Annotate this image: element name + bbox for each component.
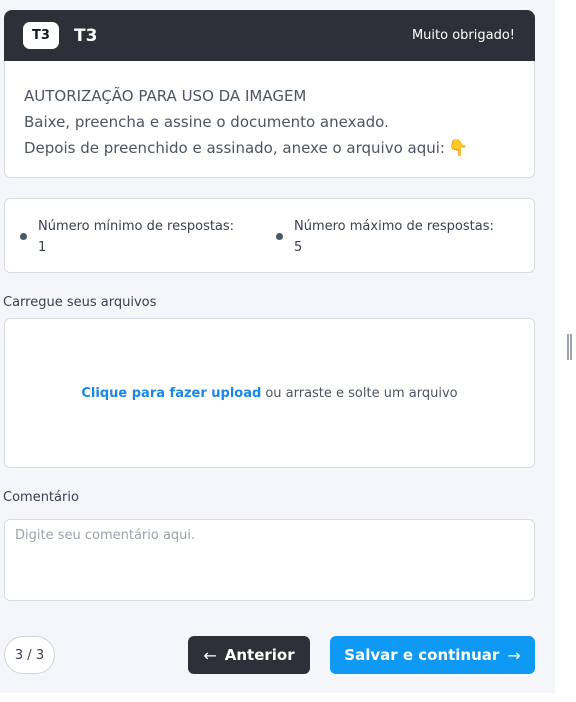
description-line: Depois de preenchido e assinado, anexe o… — [24, 135, 515, 161]
description-line: Baixe, preencha e assine o documento ane… — [24, 113, 389, 131]
min-responses: Número mínimo de respostas: 1 — [20, 216, 235, 258]
previous-button[interactable]: ← Anterior — [188, 636, 310, 674]
description-line: AUTORIZAÇÃO PARA USO DA IMAGEM — [24, 87, 307, 105]
previous-button-label: Anterior — [224, 646, 295, 664]
comment-label: Comentário — [3, 490, 79, 505]
question-header: T3 T3 Muito obrigado! — [4, 10, 535, 61]
pointing-down-icon: 👇 — [447, 138, 468, 157]
bullet-icon — [276, 233, 283, 240]
form-panel: T3 T3 Muito obrigado! AUTORIZAÇÃO PARA U… — [0, 0, 555, 693]
comment-input[interactable] — [4, 519, 535, 601]
save-continue-button-label: Salvar e continuar — [344, 646, 500, 664]
arrow-left-icon: ← — [203, 645, 217, 665]
upload-label: Carregue seus arquivos — [3, 295, 157, 310]
max-responses-label: Número máximo de respostas: — [294, 219, 494, 234]
min-responses-value: 1 — [38, 240, 47, 255]
description-line-text: Depois de preenchido e assinado, anexe o… — [24, 139, 445, 157]
save-continue-button[interactable]: Salvar e continuar → — [330, 636, 535, 674]
bullet-icon — [20, 233, 27, 240]
thanks-text: Muito obrigado! — [411, 28, 515, 43]
upload-link[interactable]: Clique para fazer upload — [81, 386, 261, 401]
question-badge: T3 — [23, 22, 59, 49]
upload-hint: ou arraste e solte um arquivo — [265, 385, 458, 401]
max-responses: Número máximo de respostas: 5 — [276, 216, 494, 258]
question-description: AUTORIZAÇÃO PARA USO DA IMAGEM Baixe, pr… — [4, 61, 535, 178]
response-limits: Número mínimo de respostas: 1 Número máx… — [4, 198, 535, 273]
upload-dropzone[interactable]: Clique para fazer upload ou arraste e so… — [4, 318, 535, 468]
page-indicator: 3 / 3 — [4, 636, 55, 674]
resize-handle[interactable] — [567, 334, 572, 360]
min-responses-label: Número mínimo de respostas: — [38, 219, 235, 234]
max-responses-value: 5 — [294, 240, 303, 255]
question-title: T3 — [74, 25, 98, 46]
arrow-right-icon: → — [507, 645, 521, 665]
side-strip — [555, 0, 576, 702]
